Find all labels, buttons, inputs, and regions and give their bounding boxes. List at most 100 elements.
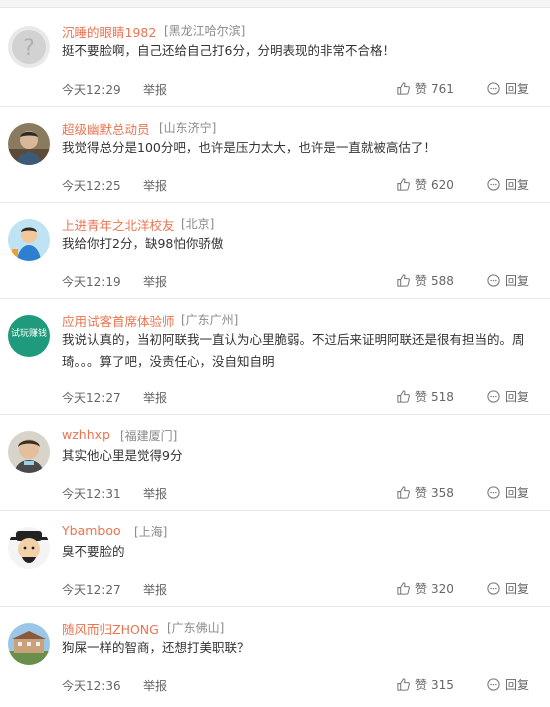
like-label: 赞 [415, 582, 428, 596]
like-label: 赞 [415, 678, 428, 692]
report-button[interactable]: 举报 [143, 389, 167, 406]
reply-label: 回复 [505, 582, 530, 596]
reply-icon [486, 389, 501, 404]
like-count: 315 [431, 677, 454, 692]
avatar-logo-text: 试玩赚钱 [11, 327, 47, 339]
reply-button[interactable]: 回复 [486, 176, 529, 193]
reply-button[interactable]: 回复 [486, 272, 529, 289]
like-label: 赞 [415, 390, 428, 404]
comment-time: 今天12:36 [62, 679, 121, 693]
reply-label: 回复 [505, 486, 530, 500]
comment-item: wzhhxp [福建厦门] 其实他心里是觉得9分 今天12:31 举报 赞 358… [0, 415, 550, 511]
username[interactable]: 超级幽默总动员 [62, 119, 150, 138]
user-location: [广东广州] [181, 313, 239, 327]
user-location: [山东济宁] [159, 121, 217, 135]
cartoon-avatar-icon[interactable] [8, 219, 50, 261]
comment-text: 狗屎一样的智商，还想打美职联？ [62, 640, 250, 655]
user-location: [福建厦门] [120, 429, 178, 443]
comment-text: 臭不要脸的 [62, 544, 125, 559]
comment-item: Ybamboo [上海] 臭不要脸的 今天12:27 举报 赞 320 回复 [0, 511, 550, 607]
like-button[interactable]: 赞 620 [396, 176, 454, 193]
username[interactable]: 随风而归ZHONG [62, 619, 159, 638]
reply-icon [486, 273, 501, 288]
thumbs-up-icon [396, 81, 411, 96]
comment-text: 我说认真的，当初阿联我一直认为心里脆弱。不过后来证明阿联还是很有担当的。周琦。。… [62, 332, 525, 369]
default-avatar-icon[interactable]: ? [8, 26, 50, 68]
like-button[interactable]: 赞 518 [396, 388, 454, 405]
comment-text: 我觉得总分是100分吧，也许是压力太大，也许是一直就被高估了！ [62, 140, 436, 155]
like-button[interactable]: 赞 358 [396, 484, 454, 501]
comment-text: 其实他心里是觉得9分 [62, 448, 183, 463]
comment-time: 今天12:27 [62, 583, 121, 597]
thumbs-up-icon [396, 677, 411, 692]
comment-time: 今天12:25 [62, 179, 121, 193]
like-label: 赞 [415, 178, 428, 192]
user-location: [黑龙江哈尔滨] [164, 24, 246, 38]
user-location: [上海] [134, 525, 168, 539]
logo-avatar-icon[interactable]: 试玩赚钱 [8, 315, 50, 357]
comment-item: 随风而归ZHONG [广东佛山] 狗屎一样的智商，还想打美职联？ 今天12:36… [0, 607, 550, 707]
reply-button[interactable]: 回复 [486, 388, 529, 405]
reply-label: 回复 [505, 178, 530, 192]
comment-item: 上进青年之北洋校友 [北京] 我给你打2分，缺98怕你骄傲 今天12:19 举报… [0, 203, 550, 299]
comment-item: 超级幽默总动员 [山东济宁] 我觉得总分是100分吧，也许是压力太大，也许是一直… [0, 107, 550, 203]
thumbs-up-icon [396, 485, 411, 500]
svg-text:?: ? [23, 36, 35, 61]
like-button[interactable]: 赞 761 [396, 80, 454, 97]
comment-time: 今天12:27 [62, 391, 121, 405]
user-location: [广东佛山] [167, 621, 225, 635]
comment-text: 挺不要脸啊，自己还给自己打6分，分明表现的非常不合格！ [62, 43, 395, 58]
reply-button[interactable]: 回复 [486, 676, 529, 693]
reply-icon [486, 177, 501, 192]
reply-icon [486, 677, 501, 692]
person-avatar-icon[interactable] [8, 431, 50, 473]
like-count: 358 [431, 485, 454, 500]
reply-label: 回复 [505, 390, 530, 404]
report-button[interactable]: 举报 [143, 81, 167, 98]
like-button[interactable]: 赞 315 [396, 676, 454, 693]
reply-icon [486, 81, 501, 96]
comment-time: 今天12:31 [62, 487, 121, 501]
like-label: 赞 [415, 486, 428, 500]
top-strip [0, 0, 550, 8]
like-count: 320 [431, 581, 454, 596]
cartoon-face-avatar-icon[interactable] [8, 527, 50, 569]
user-location: [北京] [181, 217, 215, 231]
username[interactable]: 上进青年之北洋校友 [62, 215, 175, 234]
thumbs-up-icon [396, 273, 411, 288]
thumbs-up-icon [396, 177, 411, 192]
like-button[interactable]: 赞 588 [396, 272, 454, 289]
building-avatar-icon[interactable] [8, 623, 50, 665]
thumbs-up-icon [396, 581, 411, 596]
like-count: 518 [431, 389, 454, 404]
comment-time: 今天12:19 [62, 275, 121, 289]
thumbs-up-icon [396, 389, 411, 404]
like-button[interactable]: 赞 320 [396, 580, 454, 597]
reply-button[interactable]: 回复 [486, 580, 529, 597]
like-count: 588 [431, 273, 454, 288]
like-label: 赞 [415, 82, 428, 96]
comment-item: 试玩赚钱 应用试客首席体验师 [广东广州] 我说认真的，当初阿联我一直认为心里脆… [0, 299, 550, 415]
report-button[interactable]: 举报 [143, 581, 167, 598]
username[interactable]: 应用试客首席体验师 [62, 311, 175, 330]
report-button[interactable]: 举报 [143, 677, 167, 694]
username[interactable]: Ybamboo [62, 523, 121, 538]
reply-icon [486, 485, 501, 500]
reply-label: 回复 [505, 678, 530, 692]
username[interactable]: 沉睡的眼睛1982 [62, 22, 156, 41]
comment-time: 今天12:29 [62, 83, 121, 97]
comment-item: ? 沉睡的眼睛1982 [黑龙江哈尔滨] 挺不要脸啊，自己还给自己打6分，分明表… [0, 8, 550, 107]
like-count: 620 [431, 177, 454, 192]
reply-label: 回复 [505, 274, 530, 288]
comment-text: 我给你打2分，缺98怕你骄傲 [62, 236, 224, 251]
report-button[interactable]: 举报 [143, 485, 167, 502]
report-button[interactable]: 举报 [143, 177, 167, 194]
report-button[interactable]: 举报 [143, 273, 167, 290]
username[interactable]: wzhhxp [62, 427, 110, 442]
reply-button[interactable]: 回复 [486, 80, 529, 97]
person-avatar-icon[interactable] [8, 123, 50, 165]
like-label: 赞 [415, 274, 428, 288]
like-count: 761 [431, 81, 454, 96]
reply-button[interactable]: 回复 [486, 484, 529, 501]
reply-label: 回复 [505, 82, 530, 96]
